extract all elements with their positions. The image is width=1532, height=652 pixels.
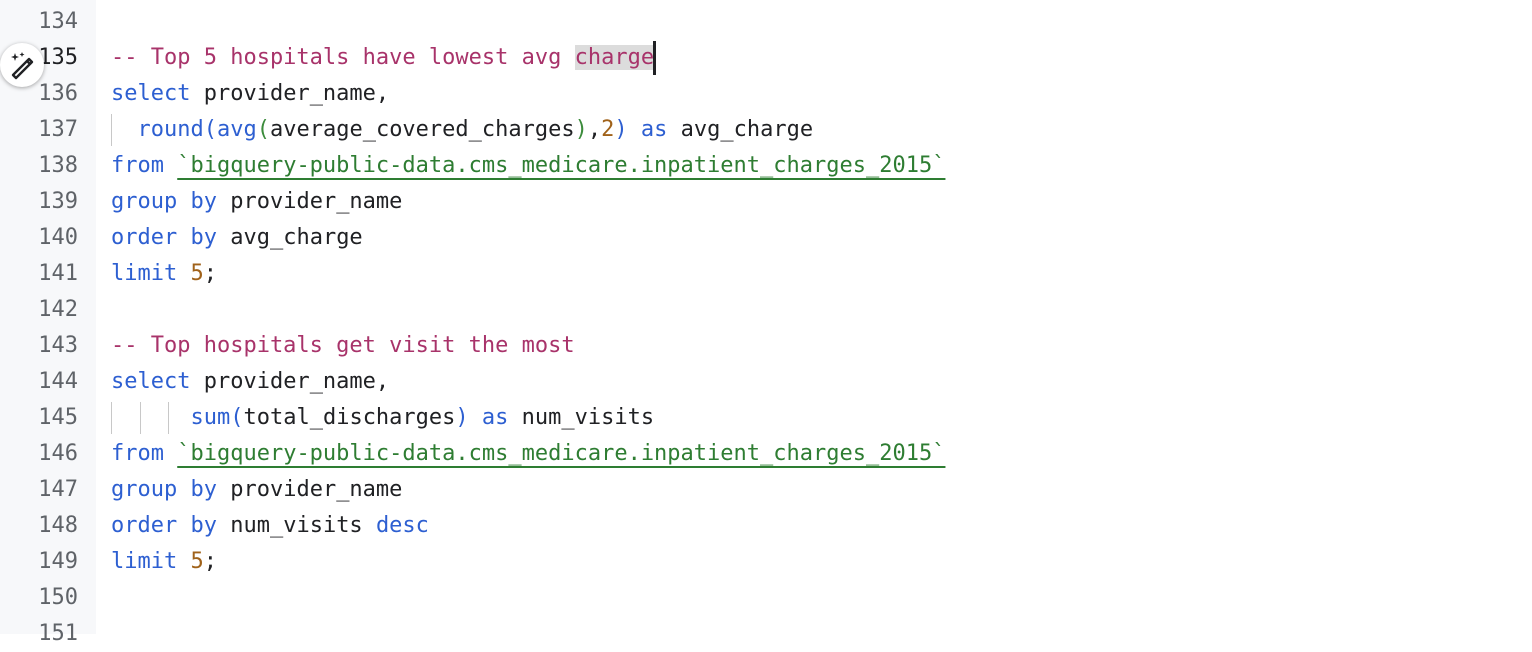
line-number: 141 (38, 261, 78, 286)
token-number: 5 (190, 261, 204, 286)
token-plain: , (587, 117, 602, 142)
indent-guide (140, 402, 141, 434)
token-plain: total_discharges (243, 405, 456, 430)
code-line[interactable]: from `bigquery-public-data.cms_medicare.… (111, 148, 945, 184)
ai-assist-button[interactable] (0, 43, 44, 87)
code-line[interactable]: -- Top hospitals get visit the most (111, 328, 575, 364)
token-keyword: by (190, 189, 217, 214)
line-number-gutter: 134 135 136 137 138 139 140 141 142 143 144 145 146 1… (0, 0, 96, 646)
indent-guide (111, 402, 112, 434)
line-number: 138 (38, 153, 78, 178)
line-number: 139 (38, 189, 78, 214)
token-paren-blue: ) (455, 405, 469, 430)
token-comment: -- Top 5 hospitals have lowest avg (111, 45, 575, 70)
code-line[interactable]: group by provider_name (111, 472, 402, 508)
token-keyword: by (190, 513, 217, 538)
token-comment-selected: charge (574, 45, 655, 70)
line-number: 142 (38, 297, 78, 322)
token-keyword: from (111, 153, 164, 178)
token-string: `bigquery-public-data.cms_medicare.inpat… (177, 441, 946, 466)
token-function: round (137, 117, 204, 142)
token-plain: avg_charge (216, 225, 363, 250)
magic-pen-icon (11, 52, 34, 80)
token-keyword: group (111, 189, 178, 214)
token-keyword: by (190, 477, 217, 502)
token-keyword: as (640, 117, 668, 142)
sql-code-editor[interactable]: 134 135 136 137 138 139 140 141 142 143 144 145 146 1… (0, 0, 1532, 646)
token-paren-blue: ) (614, 117, 628, 142)
token-plain: avg_charge (667, 117, 814, 142)
token-paren-green: ( (256, 117, 270, 142)
line-number: 149 (38, 549, 78, 574)
code-line[interactable]: limit 5; (111, 544, 217, 580)
code-line[interactable]: select provider_name, (111, 364, 389, 400)
line-number: 150 (38, 585, 78, 610)
indent-guide (168, 402, 169, 434)
token-keyword: group (111, 477, 178, 502)
token-keyword: from (111, 441, 164, 466)
token-plain: num_visits (216, 513, 376, 538)
code-line[interactable]: order by num_visits desc (111, 508, 429, 544)
token-plain: provider_name (216, 477, 403, 502)
token-plain: ; (203, 549, 217, 574)
line-number: 144 (38, 369, 78, 394)
token-paren-blue: ( (203, 117, 217, 142)
token-plain: provider_name, (190, 81, 390, 106)
code-line[interactable]: from `bigquery-public-data.cms_medicare.… (111, 436, 945, 472)
token-paren-blue: ( (230, 405, 244, 430)
line-number: 148 (38, 513, 78, 538)
token-number: 2 (601, 117, 615, 142)
token-plain: average_covered_charges (269, 117, 575, 142)
code-line[interactable]: round(avg(average_covered_charges),2) as… (111, 112, 814, 148)
token-keyword: by (190, 225, 217, 250)
indent-guide (111, 114, 112, 146)
token-function: sum (190, 405, 231, 430)
token-paren-green: ) (574, 117, 588, 142)
line-number: 151 (38, 621, 78, 646)
text-cursor (653, 41, 657, 75)
token-plain: provider_name, (190, 369, 390, 394)
token-keyword: limit (111, 261, 178, 286)
token-keyword: desc (375, 513, 429, 538)
token-function: avg (216, 117, 257, 142)
code-line[interactable]: select provider_name, (111, 76, 389, 112)
code-line[interactable]: group by provider_name (111, 184, 402, 220)
line-number: 143 (38, 333, 78, 358)
token-number: 5 (190, 549, 204, 574)
token-keyword: as (481, 405, 509, 430)
token-plain: ; (203, 261, 217, 286)
token-keyword: select (111, 81, 191, 106)
line-number: 147 (38, 477, 78, 502)
token-plain: provider_name (216, 189, 403, 214)
token-keyword: select (111, 369, 191, 394)
code-line[interactable]: sum(total_discharges) as num_visits (111, 400, 654, 436)
line-number: 137 (38, 117, 78, 142)
token-keyword: order (111, 513, 178, 538)
code-line[interactable]: limit 5; (111, 256, 217, 292)
line-number: 146 (38, 441, 78, 466)
code-line[interactable]: order by avg_charge (111, 220, 363, 256)
line-number: 140 (38, 225, 78, 250)
token-keyword: order (111, 225, 178, 250)
token-plain: num_visits (508, 405, 655, 430)
line-number: 145 (38, 405, 78, 430)
token-string: `bigquery-public-data.cms_medicare.inpat… (177, 153, 946, 178)
token-keyword: limit (111, 549, 178, 574)
code-line[interactable]: -- Top 5 hospitals have lowest avg charg… (111, 40, 657, 76)
token-comment: -- Top hospitals get visit the most (111, 333, 575, 358)
line-number: 134 (38, 9, 78, 34)
